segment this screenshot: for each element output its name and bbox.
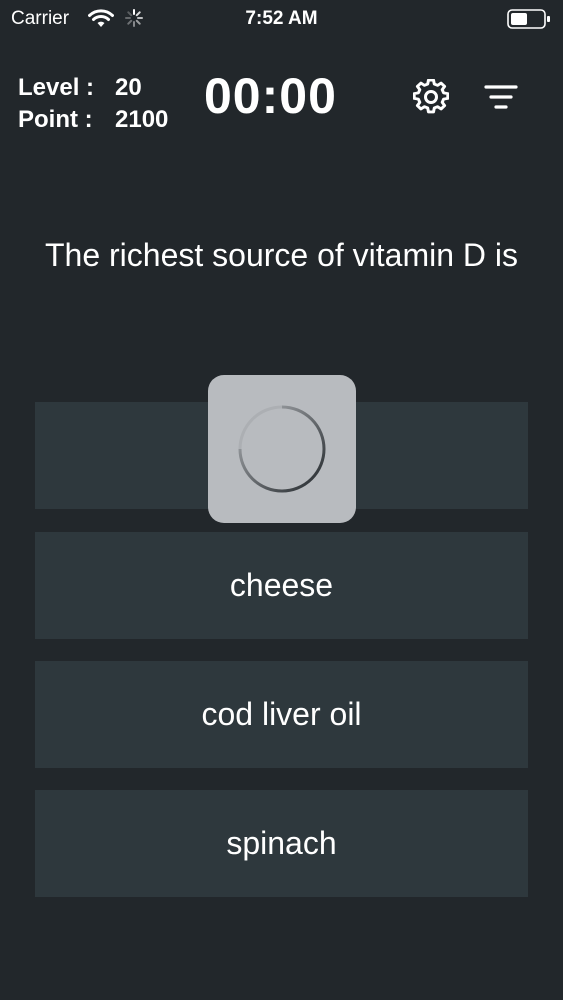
filter-button[interactable] xyxy=(480,76,522,118)
point-value: 2100 xyxy=(115,106,169,133)
level-value: 20 xyxy=(115,74,142,101)
answer-option-2[interactable]: cheese xyxy=(35,532,528,639)
gear-icon xyxy=(413,79,449,114)
quiz-screen: Carrier 7:52 AM Level: 20 Point: 2100 … xyxy=(0,0,563,1000)
loading-indicator xyxy=(208,375,356,523)
filter-icon xyxy=(484,85,518,109)
settings-button[interactable] xyxy=(410,76,452,118)
answer-option-3[interactable]: cod liver oil xyxy=(35,661,528,768)
level-label: Level : xyxy=(18,74,95,101)
spinner-icon xyxy=(238,405,326,493)
battery-icon xyxy=(507,9,550,29)
question-text: The richest source of vitamin D is xyxy=(44,237,519,273)
status-time: 7:52 AM xyxy=(245,8,318,29)
score-panel: Level : 20 Point : 2100 xyxy=(18,72,168,136)
point-row: Point : 2100 xyxy=(18,104,168,136)
level-row: Level : 20 xyxy=(18,72,168,104)
answer-option-4[interactable]: spinach xyxy=(35,790,528,897)
countdown-timer: 00:00 xyxy=(204,68,337,124)
point-label: Point : xyxy=(18,106,93,133)
status-bar: Carrier 7:52 AM xyxy=(0,0,563,38)
